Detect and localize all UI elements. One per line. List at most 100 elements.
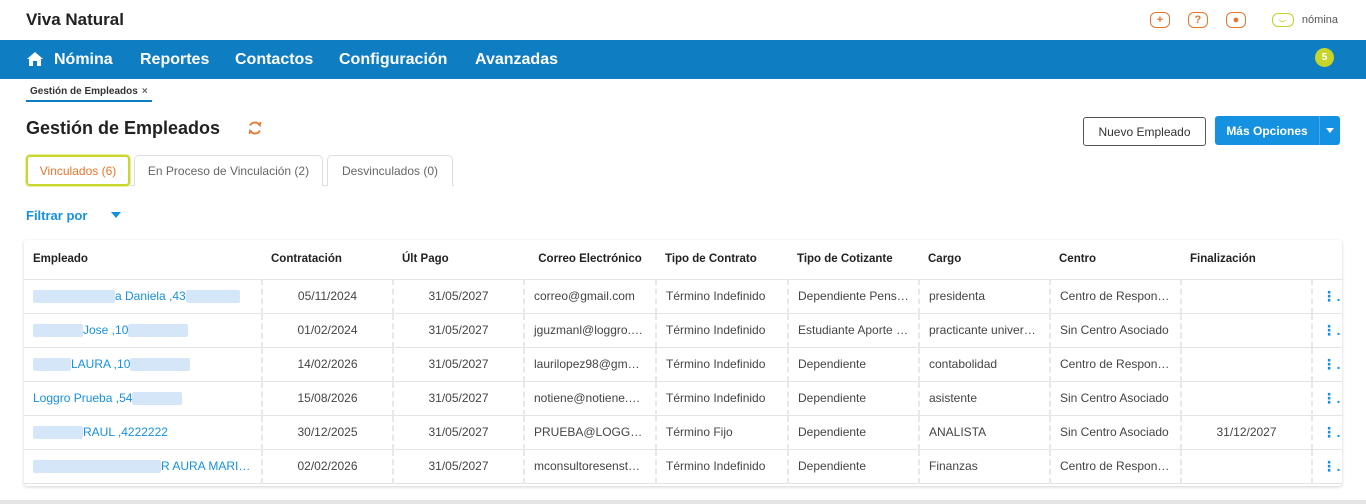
employee-status-tabs: Vinculados (6) En Proceso de Vinculación… <box>26 155 454 186</box>
nav-item-contactos[interactable]: Contactos <box>235 51 313 69</box>
cell-tipo-cotizante: Estudiante Aporte … <box>787 313 919 348</box>
cell-cargo: Finanzas <box>918 449 1050 484</box>
nomina-label: nómina <box>1301 14 1338 26</box>
plus-icon[interactable]: + <box>1149 12 1170 28</box>
filter-label[interactable]: Filtrar por <box>26 208 87 223</box>
cell-ult-pago: 31/05/2027 <box>392 279 524 314</box>
row-menu-icon[interactable]: ⋮ <box>1311 449 1342 484</box>
redacted-id <box>132 392 183 406</box>
employees-table: Empleado Contratación Últ Pago Correo El… <box>24 240 1342 486</box>
new-employee-button[interactable]: Nuevo Empleado <box>1083 117 1206 146</box>
redacted-name <box>33 290 115 304</box>
cell-finalizacion <box>1180 347 1312 382</box>
breadcrumb-tab[interactable]: Gestión de Empleados × <box>26 86 152 102</box>
employee-name-link[interactable]: LAURA ,10 <box>71 357 130 371</box>
table-row[interactable]: a Daniela ,43 05/11/2024 31/05/2027 correo@… <box>24 279 1342 314</box>
cell-correo: laurilopez98@gm… <box>523 347 656 382</box>
col-header-contratacion[interactable]: Contratación <box>262 240 393 280</box>
cell-finalizacion <box>1180 279 1312 314</box>
nav-item-reportes[interactable]: Reportes <box>140 51 209 69</box>
table-row[interactable]: RAUL ,4222222 30/12/2025 31/05/2027 PRUEBA@… <box>24 415 1342 450</box>
cell-ult-pago: 31/05/2027 <box>392 347 524 382</box>
col-header-empleado[interactable]: Empleado <box>24 240 262 280</box>
redacted-name <box>33 358 71 372</box>
cell-cargo: contabolidad <box>918 347 1050 382</box>
redacted-name <box>33 460 161 474</box>
cell-empleado[interactable]: LAURA ,10 <box>24 347 262 382</box>
cell-contratacion: 05/11/2024 <box>261 279 393 314</box>
top-icons: + ? ● nómina <box>1132 12 1338 28</box>
cell-tipo-contrato: Término Indefinido <box>655 381 788 416</box>
cell-ult-pago: 31/05/2027 <box>392 313 524 348</box>
cell-finalizacion <box>1180 313 1312 348</box>
cell-correo: jguzmanl@loggro.… <box>523 313 656 348</box>
help-icon[interactable]: ? <box>1187 12 1208 28</box>
nav-item-nomina[interactable]: Nómina <box>54 51 113 69</box>
employee-name-link[interactable]: R AURA MARIA … <box>161 459 261 473</box>
redacted-id <box>185 290 240 304</box>
nav-item-configuracion[interactable]: Configuración <box>339 51 447 69</box>
notification-badge[interactable]: 5 <box>1315 48 1334 67</box>
table-header-row: Empleado Contratación Últ Pago Correo El… <box>24 240 1342 280</box>
col-header-ult-pago[interactable]: Últ Pago <box>393 240 524 280</box>
col-header-tipo-contrato[interactable]: Tipo de Contrato <box>656 240 788 280</box>
row-menu-icon[interactable]: ⋮ <box>1311 381 1342 416</box>
tab-vinculados[interactable]: Vinculados (6) <box>26 155 130 186</box>
close-icon[interactable]: × <box>142 86 148 97</box>
cell-ult-pago: 31/05/2027 <box>392 381 524 416</box>
refresh-icon[interactable] <box>247 120 263 136</box>
row-menu-icon[interactable]: ⋮ <box>1311 415 1342 450</box>
cell-cargo: ANALISTA <box>918 415 1050 450</box>
top-bar: Viva Natural + ? ● nómina <box>0 0 1366 40</box>
cell-finalizacion <box>1180 381 1312 416</box>
cell-tipo-cotizante: Dependiente <box>787 449 919 484</box>
row-menu-icon[interactable]: ⋮ <box>1311 313 1342 348</box>
row-menu-icon[interactable]: ⋮ <box>1311 279 1342 314</box>
cell-empleado[interactable]: a Daniela ,43 <box>24 279 262 314</box>
row-menu-icon[interactable]: ⋮ <box>1311 347 1342 382</box>
home-icon[interactable] <box>26 51 44 67</box>
nomina-product-switch[interactable]: nómina <box>1271 13 1338 27</box>
table-row[interactable]: LAURA ,10 14/02/2026 31/05/2027 laurilopez9… <box>24 347 1342 382</box>
cell-empleado[interactable]: RAUL ,4222222 <box>24 415 262 450</box>
cell-empleado[interactable]: Jose ,10 <box>24 313 262 348</box>
table-row[interactable]: Loggro Prueba ,54 15/08/2026 31/05/2027 not… <box>24 381 1342 416</box>
more-options-label: Más Opciones <box>1226 123 1308 138</box>
cell-correo: PRUEBA@LOGGR… <box>523 415 656 450</box>
nav-item-avanzadas[interactable]: Avanzadas <box>475 51 558 69</box>
breadcrumb-label: Gestión de Empleados <box>30 86 138 97</box>
employee-name-link[interactable]: a Daniela ,43 <box>115 289 186 303</box>
more-options-button[interactable]: Más Opciones <box>1215 116 1340 145</box>
redacted-name <box>33 324 83 338</box>
employee-name-link[interactable]: Jose ,10 <box>83 323 128 337</box>
col-header-centro[interactable]: Centro <box>1050 240 1181 280</box>
cell-tipo-contrato: Término Indefinido <box>655 279 788 314</box>
nomina-logo-icon <box>1271 13 1294 27</box>
table-row[interactable]: R AURA MARIA … 02/02/2026 31/05/2027 mconsu… <box>24 449 1342 484</box>
user-icon[interactable]: ● <box>1225 12 1246 28</box>
cell-empleado[interactable]: R AURA MARIA … <box>24 449 262 484</box>
employee-name-link[interactable]: Loggro Prueba ,54 <box>33 391 132 405</box>
cell-centro: Centro de Respon… <box>1049 347 1181 382</box>
col-header-correo[interactable]: Correo Electrónico <box>524 240 656 280</box>
main-nav: Nómina Reportes Contactos Configuración … <box>0 40 1366 79</box>
brand-name: Viva Natural <box>26 10 124 29</box>
table-row[interactable]: Jose ,10 01/02/2024 31/05/2027 jguzmanl@log… <box>24 313 1342 348</box>
page-bottom-border <box>0 500 1366 504</box>
cell-ult-pago: 31/05/2027 <box>392 449 524 484</box>
tab-en-proceso[interactable]: En Proceso de Vinculación (2) <box>134 155 323 186</box>
col-header-cargo[interactable]: Cargo <box>919 240 1050 280</box>
chevron-down-icon[interactable] <box>1319 116 1340 145</box>
employee-name-link[interactable]: RAUL ,4222222 <box>83 425 168 439</box>
cell-centro: Centro de Respon… <box>1049 449 1181 484</box>
cell-contratacion: 02/02/2026 <box>261 449 393 484</box>
cell-tipo-cotizante: Dependiente <box>787 381 919 416</box>
tab-desvinculados[interactable]: Desvinculados (0) <box>327 155 453 186</box>
col-header-finalizacion[interactable]: Finalización <box>1181 240 1312 280</box>
redacted-name <box>33 426 83 440</box>
col-header-tipo-cotizante[interactable]: Tipo de Cotizante <box>788 240 919 280</box>
cell-centro: Sin Centro Asociado <box>1049 313 1181 348</box>
cell-empleado[interactable]: Loggro Prueba ,54 <box>24 381 262 416</box>
filter-chevron-icon[interactable] <box>111 212 121 218</box>
cell-centro: Sin Centro Asociado <box>1049 415 1181 450</box>
